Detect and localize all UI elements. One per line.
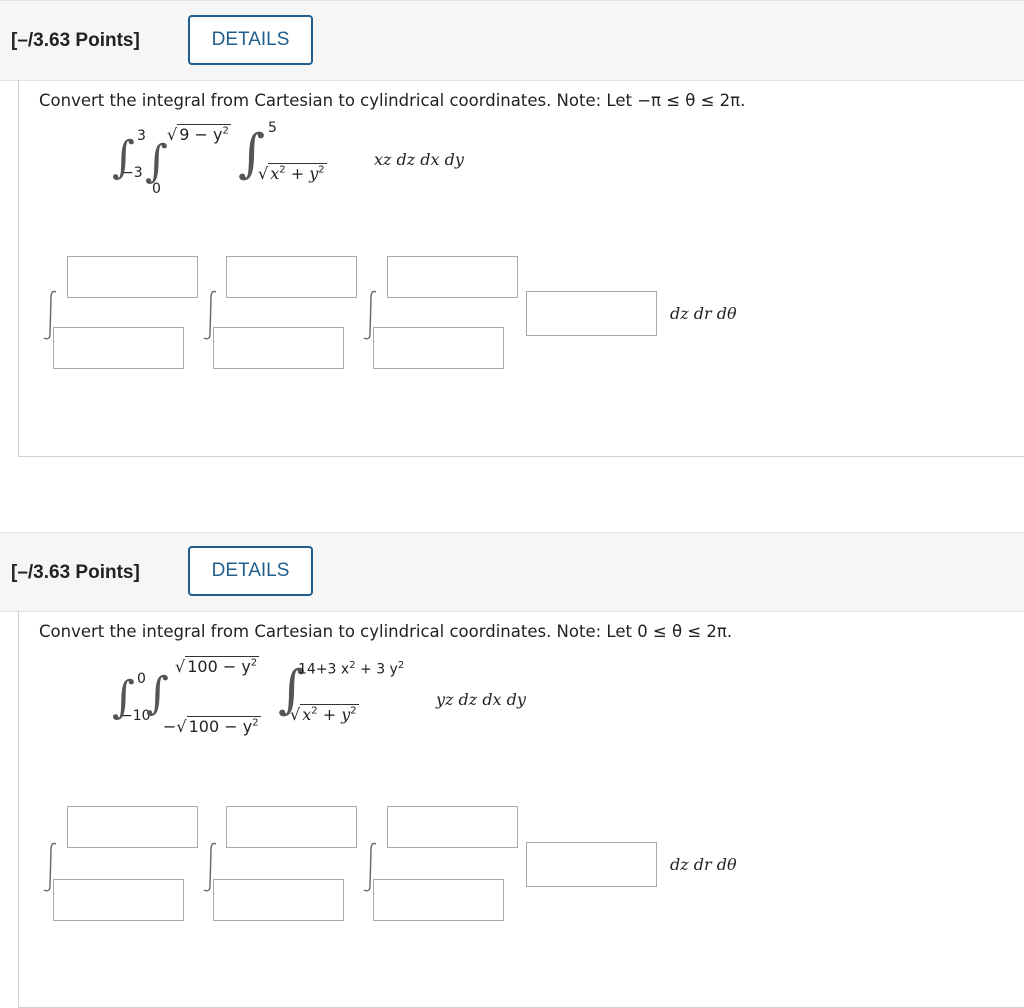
question-prompt: Convert the integral from Cartesian to c… (39, 622, 733, 641)
answer-integrand[interactable] (526, 291, 657, 336)
middle-lower-limit: 0 (152, 181, 161, 197)
answer-lower-limit-3[interactable] (373, 879, 504, 921)
integrand: xz dz dx dy (374, 150, 464, 169)
outer-lower-limit: −3 (122, 165, 143, 181)
answer-differential: dz dr dθ (670, 304, 737, 323)
answer-lower-limit-2[interactable] (213, 879, 344, 921)
question-1-header: [–/3.63 Points] DETAILS (0, 0, 1024, 81)
answer-upper-limit-2[interactable] (226, 256, 357, 298)
answer-lower-limit-1[interactable] (53, 327, 184, 369)
answer-lower-limit-3[interactable] (373, 327, 504, 369)
middle-integral-sign: ∫ (146, 668, 169, 719)
answer-upper-limit-3[interactable] (387, 256, 518, 298)
inner-upper-limit: 5 (268, 120, 277, 136)
details-button[interactable]: DETAILS (188, 546, 313, 596)
integrand: yz dz dx dy (436, 690, 526, 709)
inner-lower-limit: √ x2 + y2 (258, 163, 327, 183)
outer-upper-limit: 0 (137, 671, 146, 687)
middle-lower-limit: −√ 100 − y2 (163, 716, 261, 736)
points-label: [–/3.63 Points] (11, 30, 140, 51)
details-button[interactable]: DETAILS (188, 15, 313, 65)
middle-integral-sign: ∫ (145, 136, 168, 187)
answer-integrand[interactable] (526, 842, 657, 887)
inner-upper-limit: 14+3 x2 + 3 y2 (298, 660, 405, 678)
inner-lower-limit: √ x2 + y2 (290, 704, 359, 724)
question-2-header: [–/3.63 Points] DETAILS (0, 532, 1024, 612)
answer-upper-limit-1[interactable] (67, 256, 198, 298)
answer-lower-limit-1[interactable] (53, 879, 184, 921)
answer-upper-limit-3[interactable] (387, 806, 518, 848)
middle-upper-limit: √ 100 − y2 (175, 656, 260, 676)
answer-upper-limit-1[interactable] (67, 806, 198, 848)
question-prompt: Convert the integral from Cartesian to c… (39, 91, 746, 110)
answer-upper-limit-2[interactable] (226, 806, 357, 848)
answer-differential: dz dr dθ (670, 855, 737, 874)
answer-lower-limit-2[interactable] (213, 327, 344, 369)
middle-upper-limit: √ 9 − y2 (167, 124, 231, 144)
points-label: [–/3.63 Points] (11, 562, 140, 583)
